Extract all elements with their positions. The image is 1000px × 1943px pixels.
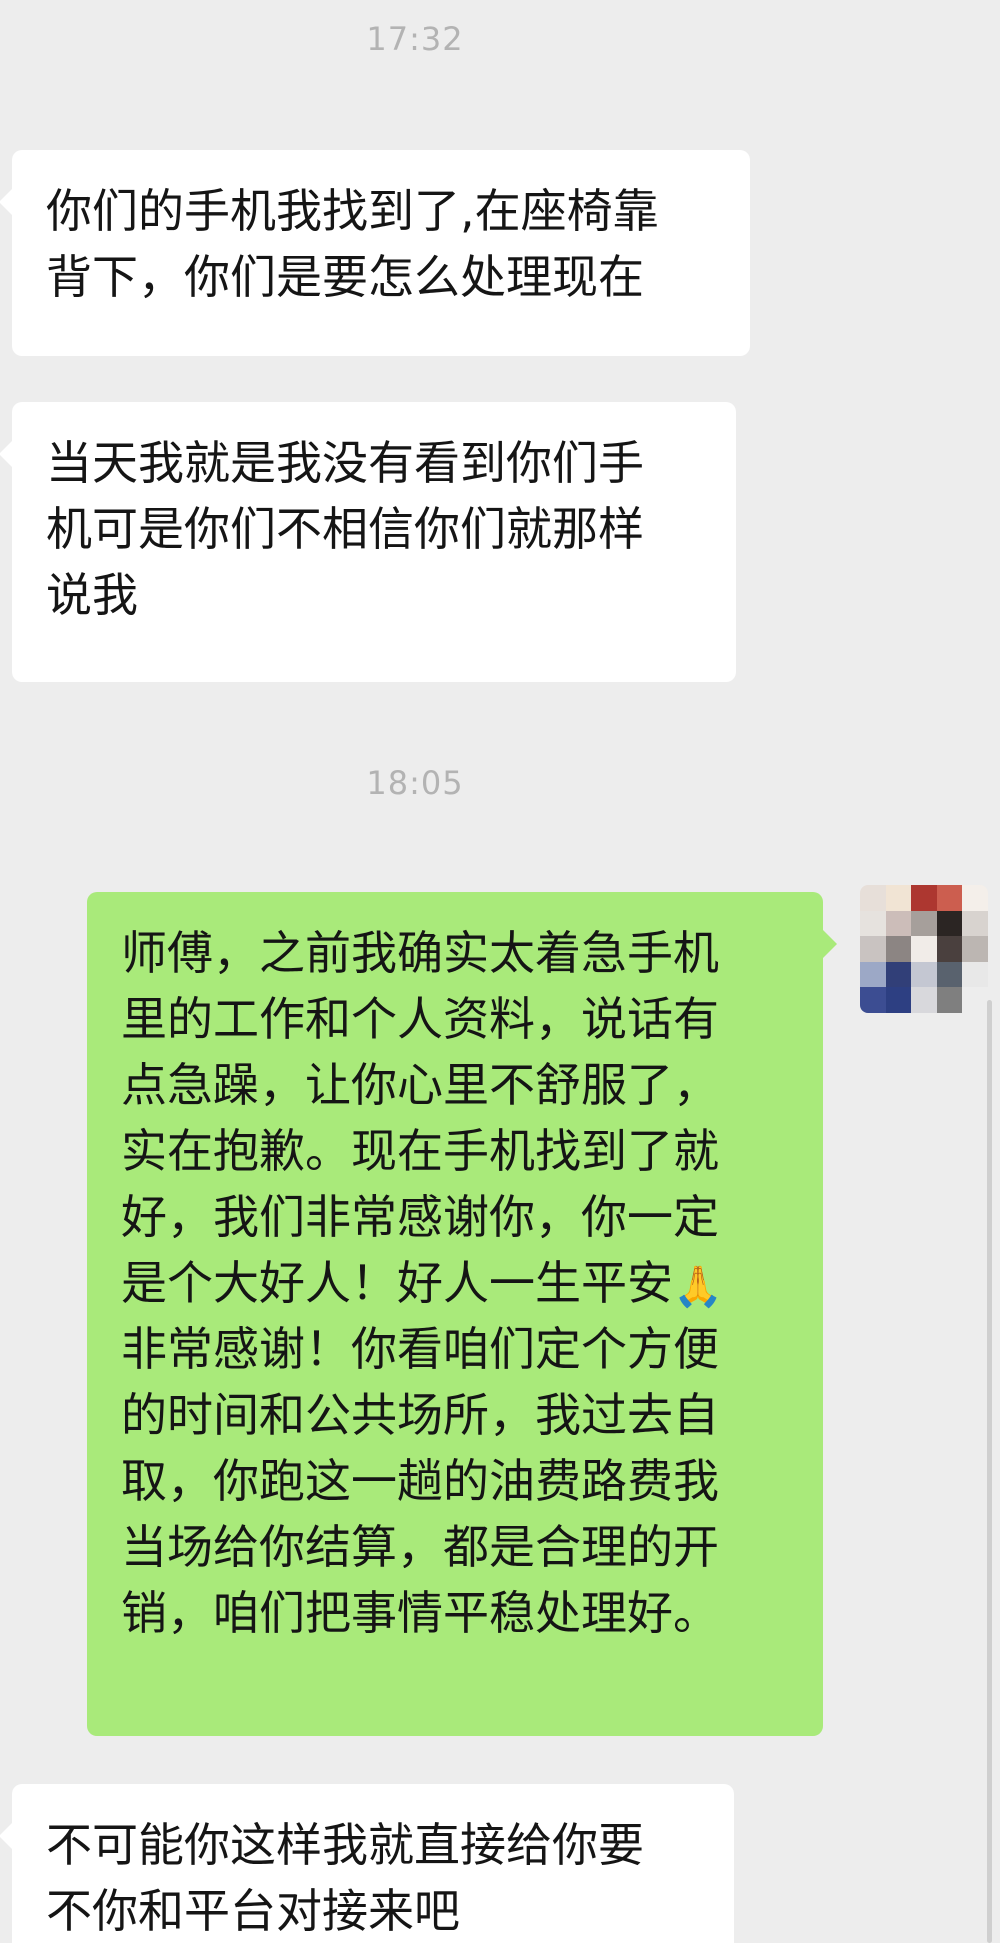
message-line: 非常感谢！你看咱们定个方便 [121, 1322, 719, 1376]
message-line: 不可能你这样我就直接给你要 [46, 1818, 644, 1872]
message-line: 销，咱们把事情平稳处理好。 [121, 1586, 719, 1640]
message-line: 是个大好人！好人一生平安🙏 [121, 1250, 807, 1316]
message-line: 取，你跑这一趟的油费路费我 [121, 1454, 719, 1508]
chat-area[interactable]: 17:32 你们的手机我找到了,在座椅靠 背下，你们是要怎么处理现在 当天我就是… [0, 0, 1000, 1943]
incoming-message-bubble[interactable]: 不可能你这样我就直接给你要 不你和平台对接来吧 [0, 1784, 734, 1943]
scrollbar[interactable] [987, 1000, 992, 1943]
message-line: 的时间和公共场所，我过去自 [121, 1388, 719, 1442]
message-line: 师傅，之前我确实太着急手机 [121, 926, 719, 980]
timestamp: 17:32 [366, 20, 464, 58]
message-line: 不你和平台对接来吧 [46, 1884, 460, 1938]
outgoing-message-bubble[interactable]: 师傅，之前我确实太着急手机 里的工作和个人资料，说话有 点急躁，让你心里不舒服了… [87, 892, 837, 1736]
message-line: 当天我就是我没有看到你们手 [46, 436, 644, 490]
timestamp: 18:05 [366, 764, 464, 802]
incoming-message-bubble[interactable]: 你们的手机我找到了,在座椅靠 背下，你们是要怎么处理现在 [0, 150, 750, 356]
pixelated-avatar-icon[interactable] [860, 885, 988, 1013]
message-line: 实在抱歉。现在手机找到了就 [121, 1124, 719, 1178]
message-line: 点急躁，让你心里不舒服了， [121, 1058, 719, 1112]
incoming-message-bubble[interactable]: 当天我就是我没有看到你们手 机可是你们不相信你们就那样 说我 [0, 402, 736, 682]
folded-hands-emoji-icon: 🙏 [673, 1263, 723, 1310]
message-line: 说我 [46, 568, 138, 622]
message-line-text: 是个大好人！好人一生平安 [121, 1256, 673, 1310]
message-line: 好，我们非常感谢你，你一定 [121, 1190, 719, 1244]
message-line: 背下，你们是要怎么处理现在 [46, 250, 644, 304]
message-line: 当场给你结算，都是合理的开 [121, 1520, 719, 1574]
message-line: 里的工作和个人资料，说话有 [121, 992, 719, 1046]
message-line: 机可是你们不相信你们就那样 [46, 502, 644, 556]
message-line: 你们的手机我找到了,在座椅靠 [46, 184, 659, 238]
